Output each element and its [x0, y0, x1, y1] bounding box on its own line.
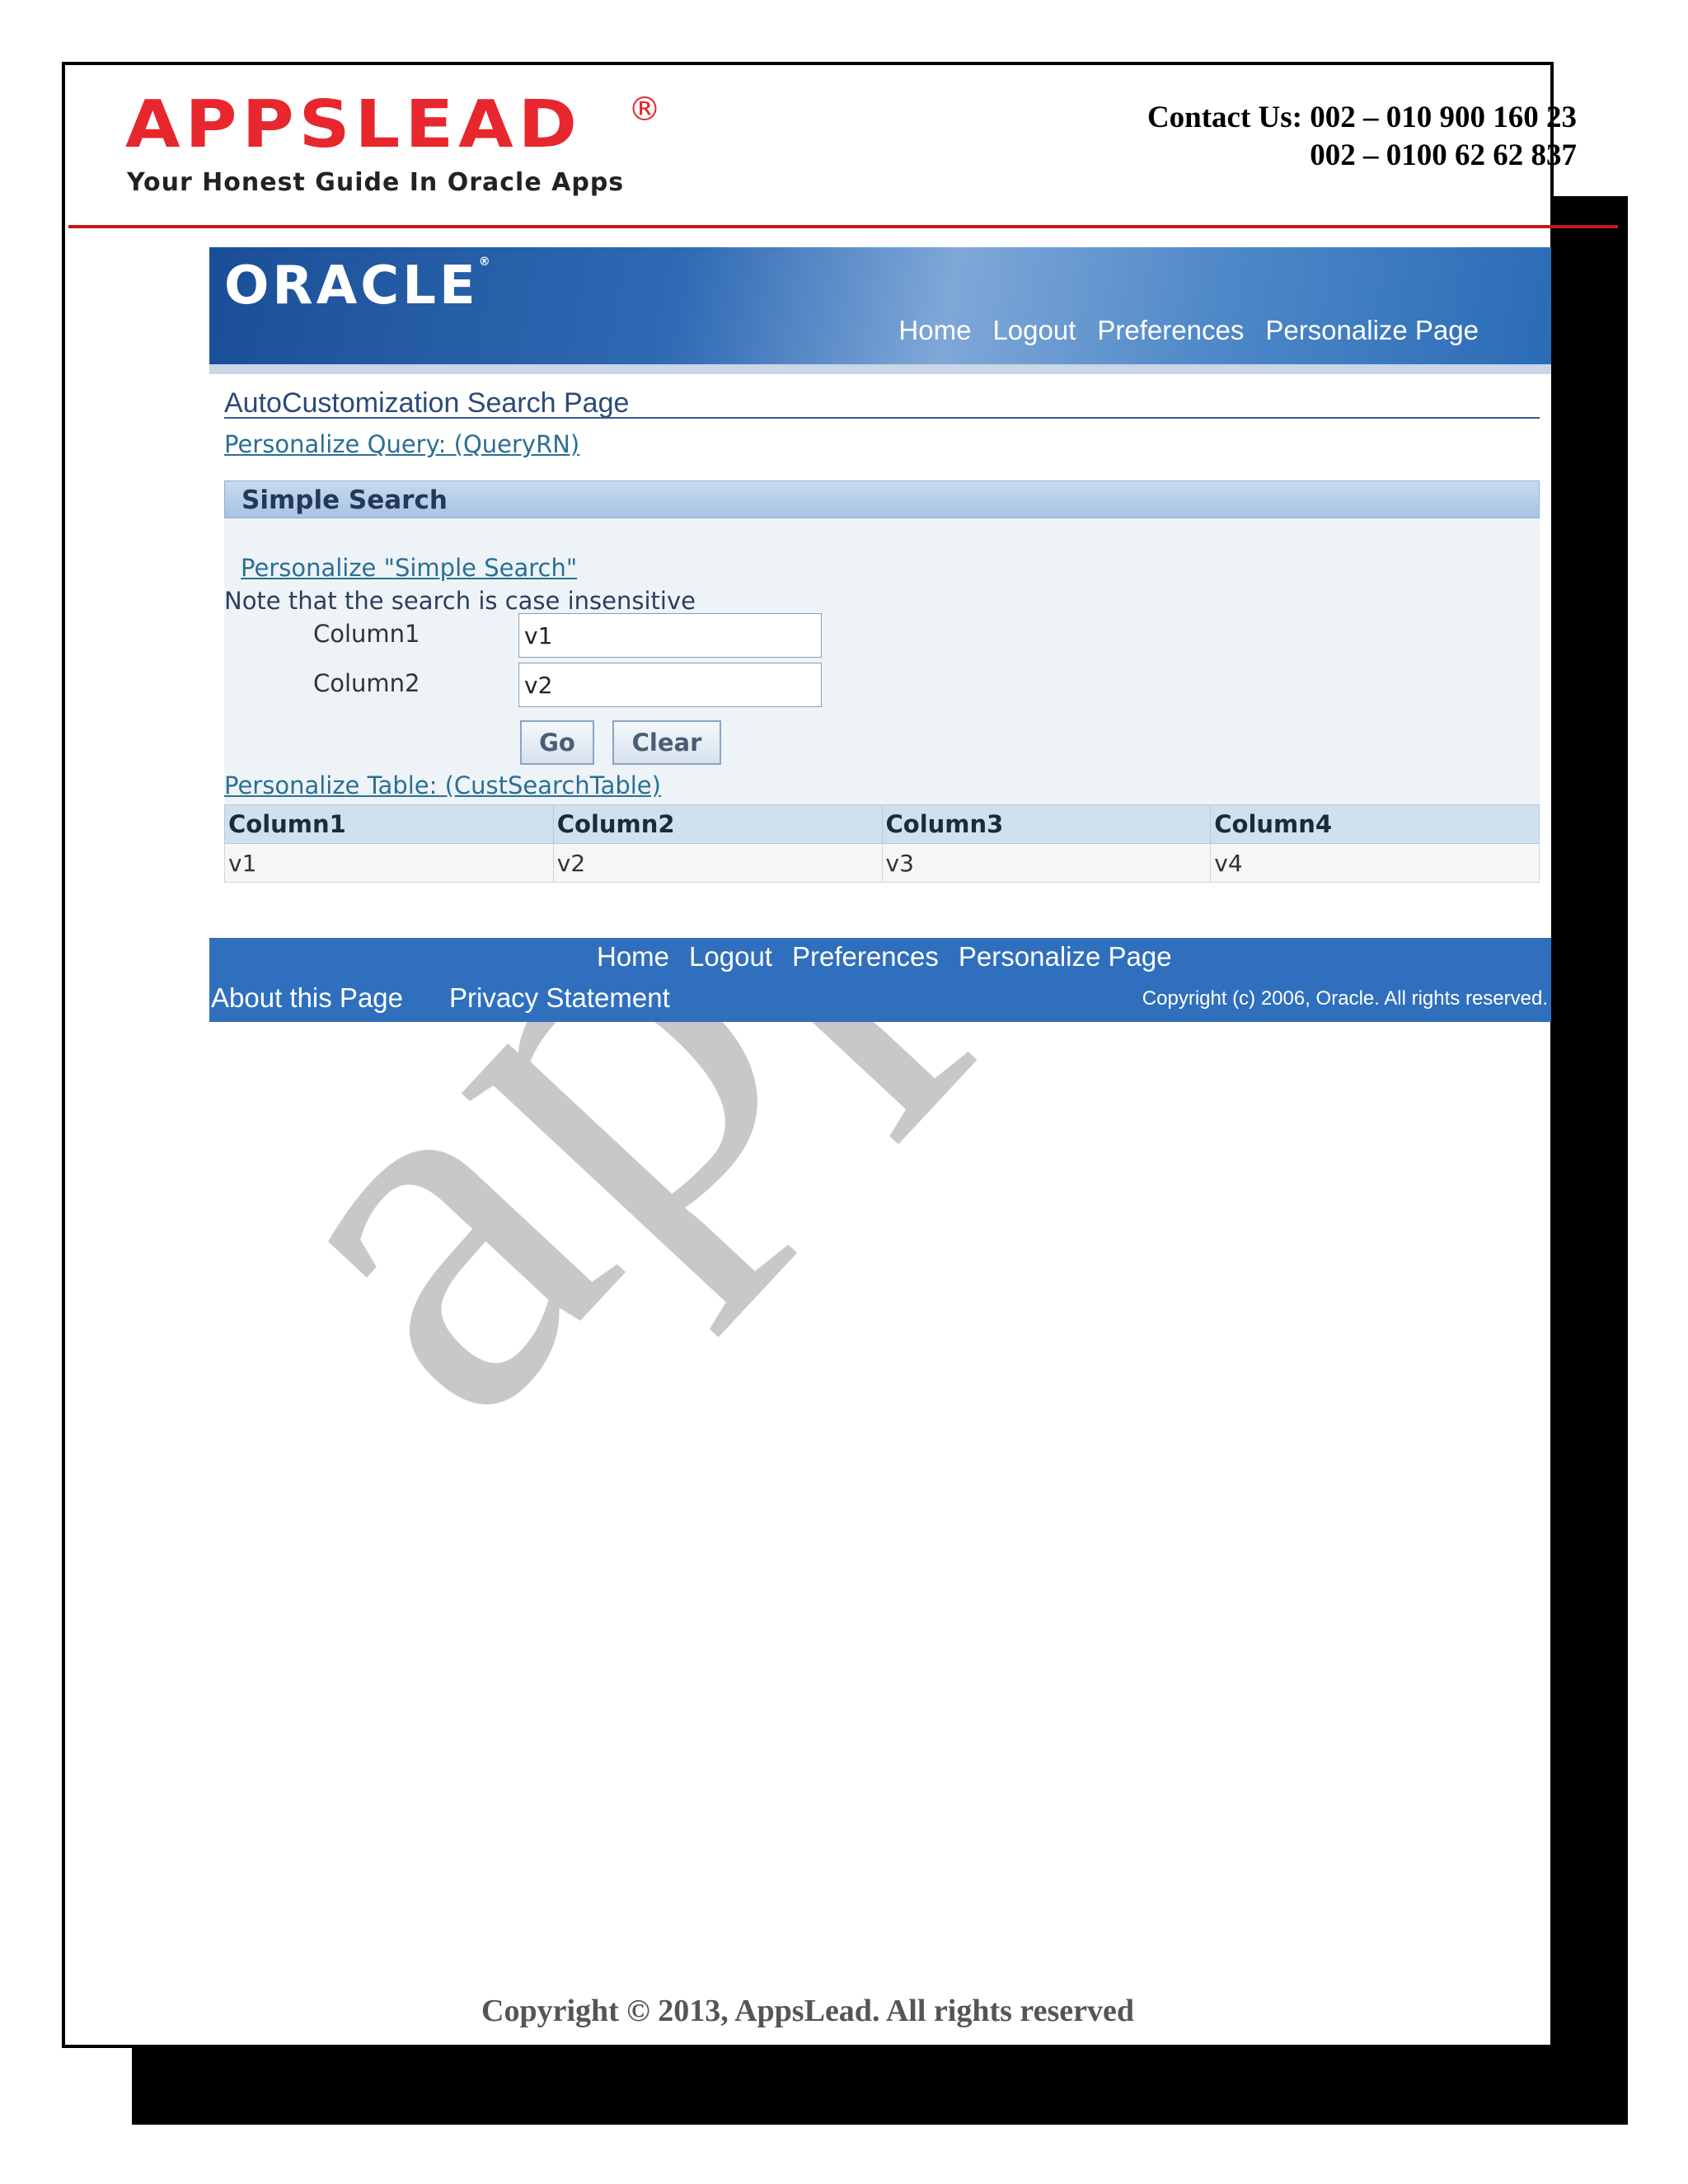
- title-rule: [224, 417, 1540, 419]
- nav-personalize-page-link[interactable]: Personalize Page: [1265, 315, 1479, 346]
- column1-label: Column1: [313, 620, 420, 648]
- go-button[interactable]: Go: [520, 720, 594, 765]
- table-cell: v2: [552, 843, 883, 883]
- table-header-column4[interactable]: Column4: [1210, 804, 1540, 844]
- table-row: v1 v2 v3 v4: [224, 843, 1540, 883]
- footer-logout-link[interactable]: Logout: [689, 941, 772, 972]
- footer-nav: Home Logout Preferences Personalize Page: [597, 941, 1172, 972]
- column1-input[interactable]: v1: [518, 613, 822, 658]
- registered-mark: ®: [628, 91, 661, 129]
- nav-preferences-link[interactable]: Preferences: [1097, 315, 1244, 346]
- footer-home-link[interactable]: Home: [597, 941, 669, 972]
- personalize-table-link[interactable]: Personalize Table: (CustSearchTable): [224, 771, 661, 799]
- search-note: Note that the search is case insensitive: [224, 587, 696, 615]
- clear-button[interactable]: Clear: [612, 720, 721, 765]
- global-nav: Home Logout Preferences Personalize Page: [898, 315, 1479, 346]
- column2-label: Column2: [313, 669, 420, 697]
- document-copyright: Copyright © 2013, AppsLead. All rights r…: [481, 1994, 1134, 2028]
- contact-info: Contact Us: 002 – 010 900 160 23 002 – 0…: [1147, 99, 1577, 175]
- oracle-logo-text: ORACLE: [224, 255, 479, 316]
- table-header-column1[interactable]: Column1: [224, 804, 554, 844]
- footer-preferences-link[interactable]: Preferences: [792, 941, 939, 972]
- privacy-statement-link[interactable]: Privacy Statement: [449, 982, 670, 1014]
- appslead-logo: APPSLEAD ® Your Honest Guide In Oracle A…: [125, 87, 661, 197]
- simple-search-header: Simple Search: [224, 480, 1540, 518]
- table-cell: v3: [881, 843, 1212, 883]
- personalize-simple-search-link[interactable]: Personalize "Simple Search": [241, 554, 577, 582]
- contact-line-1: Contact Us: 002 – 010 900 160 23: [1146, 101, 1577, 134]
- footer-personalize-page-link[interactable]: Personalize Page: [959, 941, 1172, 972]
- table-header-row: Column1 Column2 Column3 Column4: [224, 804, 1540, 844]
- oracle-copyright: Copyright (c) 2006, Oracle. All rights r…: [1142, 987, 1548, 1010]
- nav-home-link[interactable]: Home: [898, 315, 971, 346]
- nav-logout-link[interactable]: Logout: [992, 315, 1076, 346]
- oracle-footer: Home Logout Preferences Personalize Page…: [209, 938, 1551, 1022]
- results-table: Column1 Column2 Column3 Column4 v1 v2 v3…: [224, 804, 1540, 883]
- header-rule: [68, 225, 1618, 228]
- oracle-banner: ORACLE® Home Logout Preferences Personal…: [209, 247, 1551, 364]
- footer-links: About this Page Privacy Statement: [211, 982, 670, 1014]
- contact-line-2: 002 – 0100 62 62 837: [1310, 138, 1577, 172]
- banner-strip: [209, 364, 1551, 374]
- logo-tagline: Your Honest Guide In Oracle Apps: [127, 168, 625, 197]
- table-cell: v1: [224, 843, 554, 883]
- column2-input[interactable]: v2: [518, 663, 822, 707]
- simple-search-title: Simple Search: [241, 485, 448, 515]
- page-title: AutoCustomization Search Page: [224, 387, 630, 419]
- table-header-column2[interactable]: Column2: [552, 804, 883, 844]
- oracle-screenshot: ORACLE® Home Logout Preferences Personal…: [209, 247, 1551, 1022]
- table-cell: v4: [1210, 843, 1540, 883]
- logo-text: APPSLEAD: [125, 87, 583, 163]
- personalize-query-link[interactable]: Personalize Query: (QueryRN): [224, 430, 579, 458]
- oracle-logo: ORACLE®: [224, 255, 494, 316]
- table-header-column3[interactable]: Column3: [881, 804, 1212, 844]
- about-page-link[interactable]: About this Page: [211, 982, 403, 1014]
